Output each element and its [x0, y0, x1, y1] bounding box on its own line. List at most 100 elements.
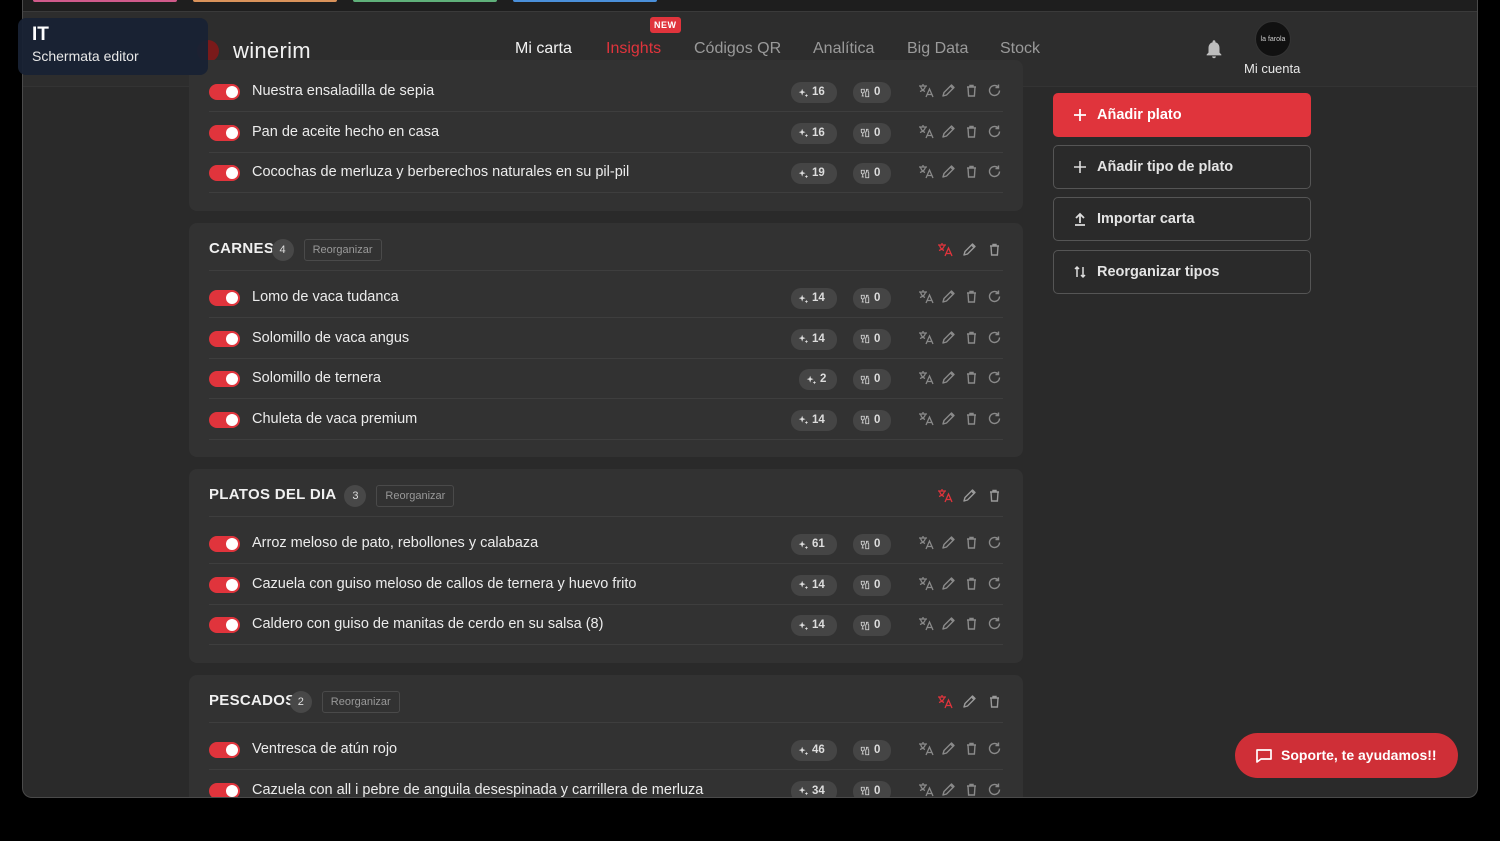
translate-icon[interactable] [917, 163, 934, 180]
wine-pairing-count[interactable]: 0 [853, 615, 891, 636]
edit-icon[interactable] [940, 288, 957, 305]
ai-description-count[interactable]: 14 [791, 615, 837, 636]
support-chat-button[interactable]: Soporte, te ayudamos!! [1235, 733, 1458, 778]
translate-icon[interactable] [917, 410, 934, 427]
wine-pairing-count[interactable]: 0 [853, 409, 891, 431]
dish-visibility-toggle[interactable] [209, 617, 240, 633]
ai-description-count[interactable]: 14 [791, 328, 837, 350]
dish-visibility-toggle[interactable] [209, 165, 240, 181]
translate-icon[interactable] [936, 693, 953, 710]
wine-pairing-count[interactable]: 0 [853, 288, 891, 309]
wine-pairing-count[interactable]: 0 [853, 780, 891, 797]
delete-icon[interactable] [963, 740, 980, 757]
refresh-icon[interactable] [986, 615, 1003, 632]
import-menu-button[interactable]: Importar carta [1053, 197, 1311, 241]
dish-visibility-toggle[interactable] [209, 742, 240, 758]
delete-icon[interactable] [963, 781, 980, 798]
translate-icon[interactable] [917, 329, 934, 346]
nav-analitica[interactable]: Analítica [813, 40, 874, 58]
nav-stock[interactable]: Stock [1000, 40, 1040, 58]
edit-icon[interactable] [961, 693, 978, 710]
refresh-icon[interactable] [986, 575, 1003, 592]
wine-pairing-count[interactable]: 0 [853, 82, 891, 103]
reorder-types-button[interactable]: Reorganizar tipos [1053, 250, 1311, 294]
dish-visibility-toggle[interactable] [209, 576, 240, 593]
edit-icon[interactable] [940, 740, 957, 757]
translate-icon[interactable] [917, 369, 934, 386]
dish-visibility-toggle[interactable] [209, 371, 240, 387]
edit-icon[interactable] [940, 410, 957, 427]
delete-icon[interactable] [963, 410, 980, 427]
translate-icon[interactable] [917, 534, 934, 551]
refresh-icon[interactable] [986, 163, 1003, 180]
wine-pairing-count[interactable]: 0 [853, 534, 891, 555]
nav-mi-carta[interactable]: Mi carta [515, 40, 572, 58]
edit-icon[interactable] [940, 534, 957, 551]
reorder-dishes-button[interactable]: Reorganizar [376, 485, 455, 507]
edit-icon[interactable] [940, 329, 957, 346]
delete-icon[interactable] [963, 615, 980, 632]
ai-description-count[interactable]: 14 [791, 409, 837, 431]
edit-icon[interactable] [940, 575, 957, 592]
ai-description-count[interactable]: 16 [791, 82, 837, 103]
edit-icon[interactable] [940, 82, 957, 99]
wine-pairing-count[interactable]: 0 [853, 328, 891, 350]
delete-icon[interactable] [986, 487, 1003, 504]
refresh-icon[interactable] [986, 329, 1003, 346]
edit-icon[interactable] [940, 163, 957, 180]
wine-pairing-count[interactable]: 0 [853, 163, 891, 184]
translate-icon[interactable] [936, 241, 953, 258]
edit-icon[interactable] [961, 487, 978, 504]
reorder-dishes-button[interactable]: Reorganizar [321, 691, 400, 713]
delete-icon[interactable] [963, 82, 980, 99]
nav-codigos-qr[interactable]: Códigos QR [694, 40, 781, 58]
edit-icon[interactable] [940, 781, 957, 798]
ai-description-count[interactable]: 61 [791, 534, 837, 555]
account-label[interactable]: Mi cuenta [1244, 61, 1300, 76]
dish-visibility-toggle[interactable] [209, 84, 240, 100]
delete-icon[interactable] [963, 163, 980, 180]
dish-visibility-toggle[interactable] [209, 411, 240, 428]
nav-big-data[interactable]: Big Data [907, 40, 968, 58]
delete-icon[interactable] [986, 241, 1003, 258]
add-dish-type-button[interactable]: Añadir tipo de plato [1053, 145, 1311, 189]
translate-icon[interactable] [917, 781, 934, 798]
wine-pairing-count[interactable]: 0 [853, 122, 891, 144]
add-dish-button[interactable]: Añadir plato [1053, 93, 1311, 137]
translate-icon[interactable] [917, 740, 934, 757]
refresh-icon[interactable] [986, 410, 1003, 427]
refresh-icon[interactable] [986, 369, 1003, 386]
edit-icon[interactable] [940, 615, 957, 632]
dish-visibility-toggle[interactable] [209, 290, 240, 306]
ai-description-count[interactable]: 2 [799, 369, 837, 390]
delete-icon[interactable] [963, 329, 980, 346]
edit-icon[interactable] [940, 369, 957, 386]
dish-visibility-toggle[interactable] [209, 536, 240, 552]
refresh-icon[interactable] [986, 288, 1003, 305]
edit-icon[interactable] [961, 241, 978, 258]
dish-visibility-toggle[interactable] [209, 330, 240, 347]
nav-insights[interactable]: Insights [606, 40, 661, 58]
translate-icon[interactable] [917, 615, 934, 632]
delete-icon[interactable] [963, 534, 980, 551]
wine-pairing-count[interactable]: 0 [853, 740, 891, 761]
delete-icon[interactable] [963, 369, 980, 386]
delete-icon[interactable] [963, 123, 980, 140]
delete-icon[interactable] [963, 288, 980, 305]
delete-icon[interactable] [986, 693, 1003, 710]
ai-description-count[interactable]: 14 [791, 288, 837, 309]
dish-visibility-toggle[interactable] [209, 124, 240, 141]
refresh-icon[interactable] [986, 740, 1003, 757]
refresh-icon[interactable] [986, 123, 1003, 140]
delete-icon[interactable] [963, 575, 980, 592]
wine-pairing-count[interactable]: 0 [853, 574, 891, 596]
edit-icon[interactable] [940, 123, 957, 140]
bell-icon[interactable] [1203, 38, 1225, 60]
wine-pairing-count[interactable]: 0 [853, 369, 891, 390]
translate-icon[interactable] [917, 123, 934, 140]
translate-icon[interactable] [917, 575, 934, 592]
translate-icon[interactable] [917, 288, 934, 305]
refresh-icon[interactable] [986, 534, 1003, 551]
ai-description-count[interactable]: 14 [791, 574, 837, 596]
ai-description-count[interactable]: 34 [791, 780, 837, 797]
